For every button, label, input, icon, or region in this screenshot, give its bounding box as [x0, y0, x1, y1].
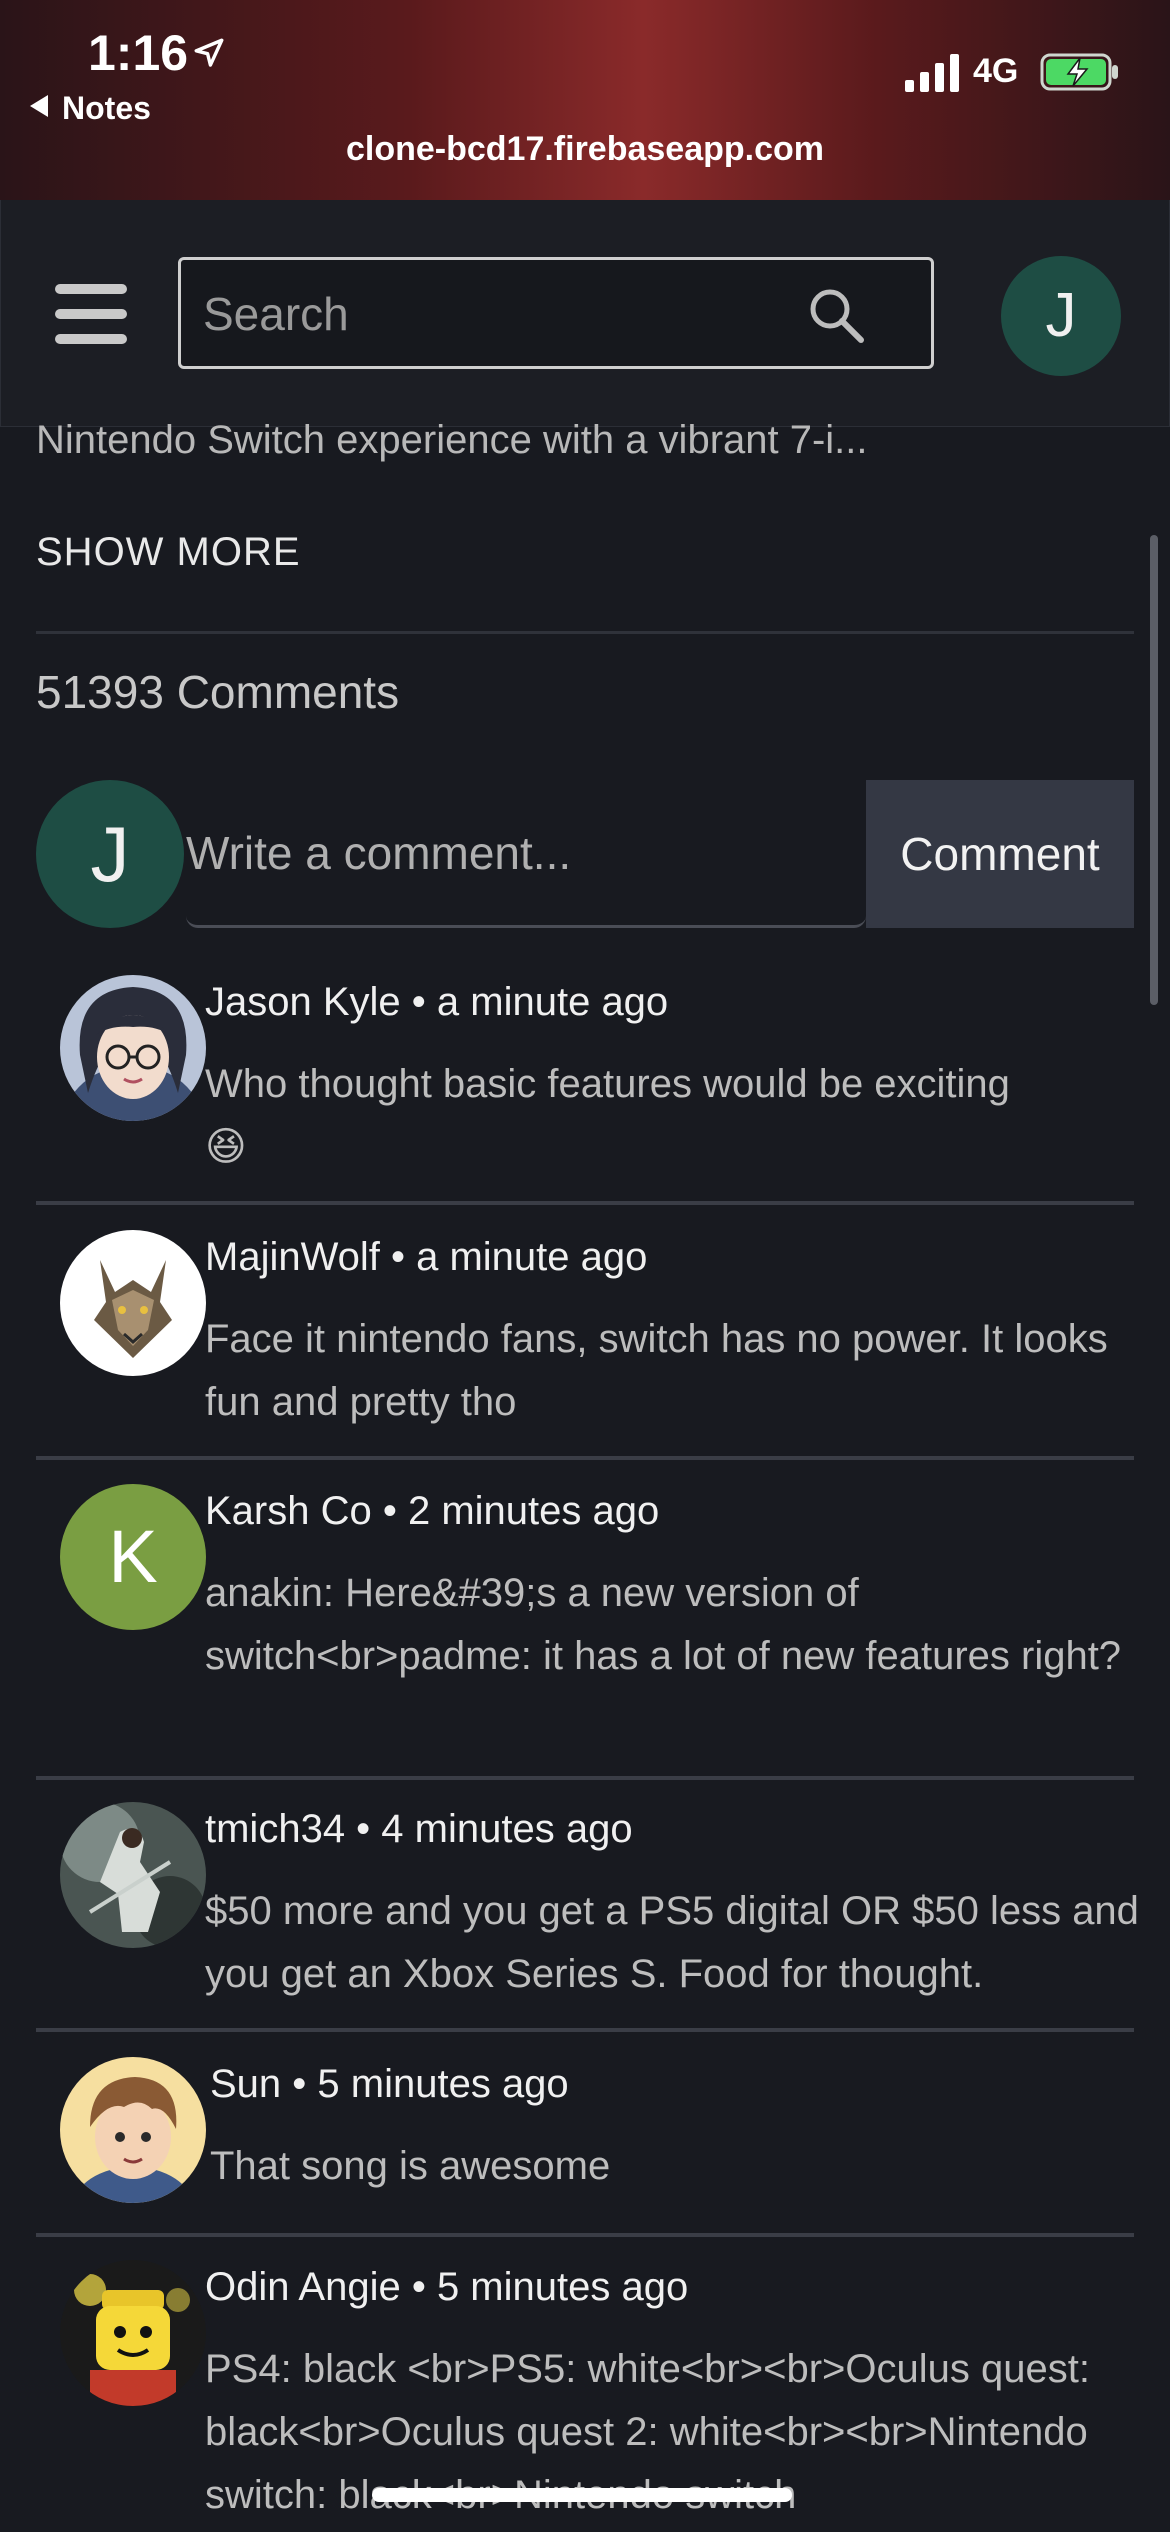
back-to-app-link[interactable]: Notes — [30, 90, 151, 127]
comment-author[interactable]: Odin Angie — [205, 2265, 401, 2309]
network-type: 4G — [973, 52, 1019, 90]
menu-line-icon — [55, 284, 127, 294]
comment-author[interactable]: Jason Kyle — [205, 980, 401, 1024]
comment-text: $50 more and you get a PS5 digital OR $5… — [205, 1889, 1139, 1996]
comment-author[interactable]: Sun — [210, 2062, 281, 2106]
commenter-avatar[interactable] — [60, 2260, 206, 2406]
comment-separator — [36, 1776, 1134, 1780]
commenter-avatar[interactable]: K — [60, 1484, 206, 1630]
comment-separator — [36, 1456, 1134, 1460]
comment-item: Jason Kyle • a minute ago Who thought ba… — [36, 975, 1134, 1205]
location-arrow-icon — [194, 38, 224, 67]
comment-time: 4 minutes ago — [381, 1807, 633, 1851]
back-app-label: Notes — [62, 90, 151, 126]
search-box — [178, 257, 934, 369]
ios-status-bar: 1:16 Notes 4G clone-bcd17.firebaseapp.co… — [0, 0, 1170, 200]
comment-header: tmich34 • 4 minutes ago — [205, 1807, 633, 1851]
comment-separator — [36, 1201, 1134, 1205]
lego-figure-avatar-icon — [60, 2260, 206, 2406]
comment-header: MajinWolf • a minute ago — [205, 1235, 648, 1279]
comment-header: Odin Angie • 5 minutes ago — [205, 2265, 689, 2309]
comment-time: a minute ago — [436, 980, 669, 1024]
wolf-avatar-icon — [60, 1230, 206, 1376]
comment-item: Sun • 5 minutes ago That song is awesome — [36, 2057, 1134, 2237]
search-icon[interactable] — [806, 285, 866, 345]
comment-header: Sun • 5 minutes ago — [210, 2062, 569, 2106]
composer-avatar: J — [36, 780, 184, 928]
comment-author[interactable]: Karsh Co — [205, 1489, 372, 1533]
comment-time: 2 minutes ago — [407, 1489, 660, 1533]
comment-time: 5 minutes ago — [317, 2062, 569, 2106]
comment-author[interactable]: MajinWolf — [205, 1235, 380, 1279]
home-indicator[interactable] — [372, 2488, 792, 2502]
comment-item: MajinWolf • a minute ago Face it nintend… — [36, 1230, 1134, 1460]
comment-item: K Karsh Co • 2 minutes ago anakin: Here&… — [36, 1484, 1134, 1780]
comment-text: Who thought basic features would be exci… — [205, 1062, 1010, 1106]
comment-text: Face it nintendo fans, switch has no pow… — [205, 1317, 1108, 1424]
back-arrow-icon — [30, 95, 48, 117]
comment-submit-button[interactable]: Comment — [866, 780, 1134, 928]
comment-item: tmich34 • 4 minutes ago $50 more and you… — [36, 1802, 1139, 2032]
section-divider — [36, 631, 1134, 634]
comment-count: 51393 Comments — [36, 666, 400, 718]
comment-input[interactable] — [186, 780, 866, 928]
page-scrollbar[interactable] — [1150, 535, 1158, 1005]
commenter-avatar[interactable] — [60, 2057, 206, 2203]
cartoon-boy-avatar-icon — [60, 2057, 206, 2203]
commenter-avatar[interactable] — [60, 1802, 206, 1948]
comment-separator — [36, 2028, 1134, 2032]
browser-url[interactable]: clone-bcd17.firebaseapp.com — [0, 130, 1170, 169]
search-input[interactable] — [201, 260, 805, 368]
status-time: 1:16 — [88, 25, 189, 81]
hamburger-menu-button[interactable] — [55, 284, 127, 344]
user-avatar-button[interactable]: J — [1001, 256, 1121, 376]
battery-charging-icon — [1040, 53, 1118, 91]
comment-time: 5 minutes ago — [436, 2265, 689, 2309]
laughing-emoji-icon: 😆 — [205, 1125, 247, 1169]
video-description: Nintendo Switch experience with a vibran… — [36, 418, 868, 462]
comment-separator — [36, 2233, 1134, 2237]
menu-line-icon — [55, 309, 127, 319]
comment-header: Karsh Co • 2 minutes ago — [205, 1489, 660, 1533]
commenter-avatar[interactable] — [60, 1230, 206, 1376]
anime-girl-avatar-icon — [60, 975, 206, 1121]
warrior-avatar-icon — [60, 1802, 206, 1948]
commenter-avatar[interactable] — [60, 975, 206, 1121]
cellular-signal-icon — [905, 54, 959, 92]
comment-time: a minute ago — [416, 1235, 648, 1279]
show-more-button[interactable]: SHOW MORE — [36, 530, 301, 575]
comment-header: Jason Kyle • a minute ago — [205, 980, 669, 1024]
comment-text-block: Who thought basic features would be exci… — [205, 1053, 1155, 1179]
app-header: J — [0, 200, 1170, 427]
comment-text: anakin: Here&#39;s a new version of swit… — [205, 1571, 1122, 1678]
menu-line-icon — [55, 334, 127, 344]
comment-author[interactable]: tmich34 — [205, 1807, 345, 1851]
comment-text: That song is awesome — [210, 2144, 611, 2188]
